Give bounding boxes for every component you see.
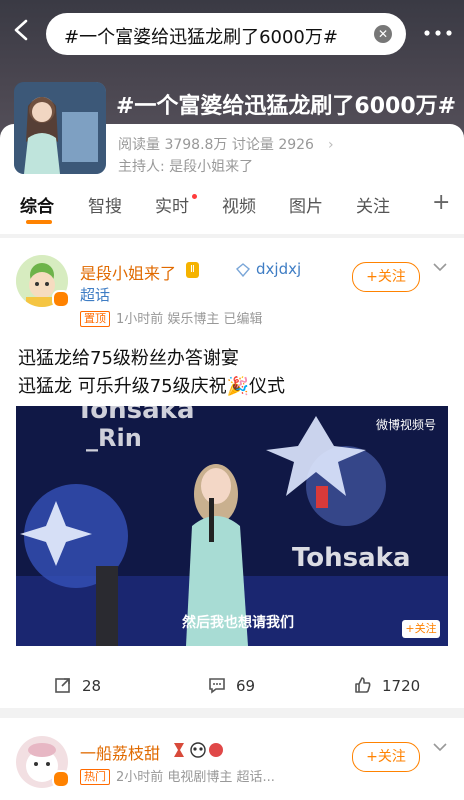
like-button[interactable]: 1720 [354, 676, 420, 695]
verified-badge-icon [52, 290, 70, 308]
topic-stats[interactable]: 阅读量 3798.8万 讨论量 2926 › [118, 134, 334, 154]
add-tab-icon[interactable]: + [432, 190, 450, 215]
video-frame-image: Tohsaka _Rin Tohsaka [16, 406, 448, 646]
topic-cover-image [14, 82, 106, 174]
tab-bar: 综合 智搜 实时 视频 图片 关注 + [0, 186, 464, 228]
svg-text:_Rin: _Rin [86, 424, 142, 452]
clear-search-icon[interactable]: ✕ [374, 25, 392, 43]
topic-host[interactable]: 主持人: 是段小姐来了 [118, 156, 253, 176]
search-bar[interactable]: #一个富婆给迅猛龙刷了6000万# ✕ [46, 13, 406, 55]
video-subtitle: 然后我也想请我们 [182, 615, 294, 631]
post-author-handle[interactable]: dxjdxj [256, 260, 301, 278]
topic-title: #一个富婆给迅猛龙刷了6000万# [116, 94, 457, 119]
follow-button[interactable]: +关注 [352, 742, 420, 772]
repost-button[interactable]: 28 [54, 676, 101, 695]
tab-smart-search[interactable]: 智搜 [88, 192, 122, 217]
user-badges-icon [174, 742, 223, 758]
post-author-name[interactable]: 是段小姐来了 [80, 260, 176, 284]
topic-stats-text: 阅读量 3798.8万 讨论量 2926 [118, 137, 314, 153]
thumbs-up-icon [355, 677, 371, 693]
more-options-icon[interactable] [424, 30, 452, 36]
super-topic-link[interactable]: 超话 [80, 284, 110, 305]
tab-video[interactable]: 视频 [222, 192, 256, 217]
active-tab-indicator [26, 220, 52, 224]
chevron-down-icon[interactable] [432, 742, 448, 752]
like-count: 1720 [382, 677, 421, 695]
video-watermark: 微博视频号 [375, 418, 436, 432]
chevron-down-icon[interactable] [432, 262, 448, 272]
post-meta-text: 1小时前 娱乐博主 已编辑 [116, 312, 263, 327]
repost-icon [55, 678, 70, 693]
post-text-line-2: 迅猛龙 可乐升级75级庆祝🎉仪式 [18, 376, 286, 397]
follow-button[interactable]: +关注 [352, 262, 420, 292]
tab-realtime[interactable]: 实时 [155, 192, 189, 217]
post-meta-text: 2小时前 电视剧博主 超话... [116, 770, 275, 785]
new-indicator-dot [192, 194, 197, 199]
back-arrow-icon[interactable] [10, 18, 34, 42]
pinned-tag: 置顶 [80, 311, 110, 327]
tab-following[interactable]: 关注 [356, 192, 390, 217]
svg-text:Tohsaka: Tohsaka [76, 406, 195, 425]
diamond-icon [236, 263, 250, 277]
post-meta: 置顶 1小时前 娱乐博主 已编辑 [80, 308, 263, 327]
svg-text:Tohsaka: Tohsaka [292, 543, 411, 573]
search-input[interactable]: #一个富婆给迅猛龙刷了6000万# [64, 23, 338, 49]
hot-tag: 热门 [80, 769, 110, 785]
comment-icon [209, 678, 225, 694]
tab-comprehensive[interactable]: 综合 [20, 192, 54, 217]
comment-button[interactable]: 69 [208, 676, 255, 695]
tab-images[interactable]: 图片 [289, 192, 323, 217]
post-text-line-1: 迅猛龙给75级粉丝办答谢宴 [18, 348, 239, 369]
video-follow-button[interactable]: +关注 [402, 620, 440, 638]
chevron-right-icon[interactable]: › [328, 137, 334, 153]
repost-count: 28 [82, 677, 102, 695]
verified-badge-icon [52, 770, 70, 788]
user-level-badge: Ⅱ [186, 262, 199, 278]
video-player[interactable]: Tohsaka _Rin Tohsaka 微博视频号 然后我也想请我们 +关注 [16, 406, 448, 646]
post-meta: 热门 2小时前 电视剧博主 超话... [80, 766, 275, 785]
post-author-name[interactable]: 一船荔枝甜 [80, 740, 160, 764]
comment-count: 69 [236, 677, 256, 695]
